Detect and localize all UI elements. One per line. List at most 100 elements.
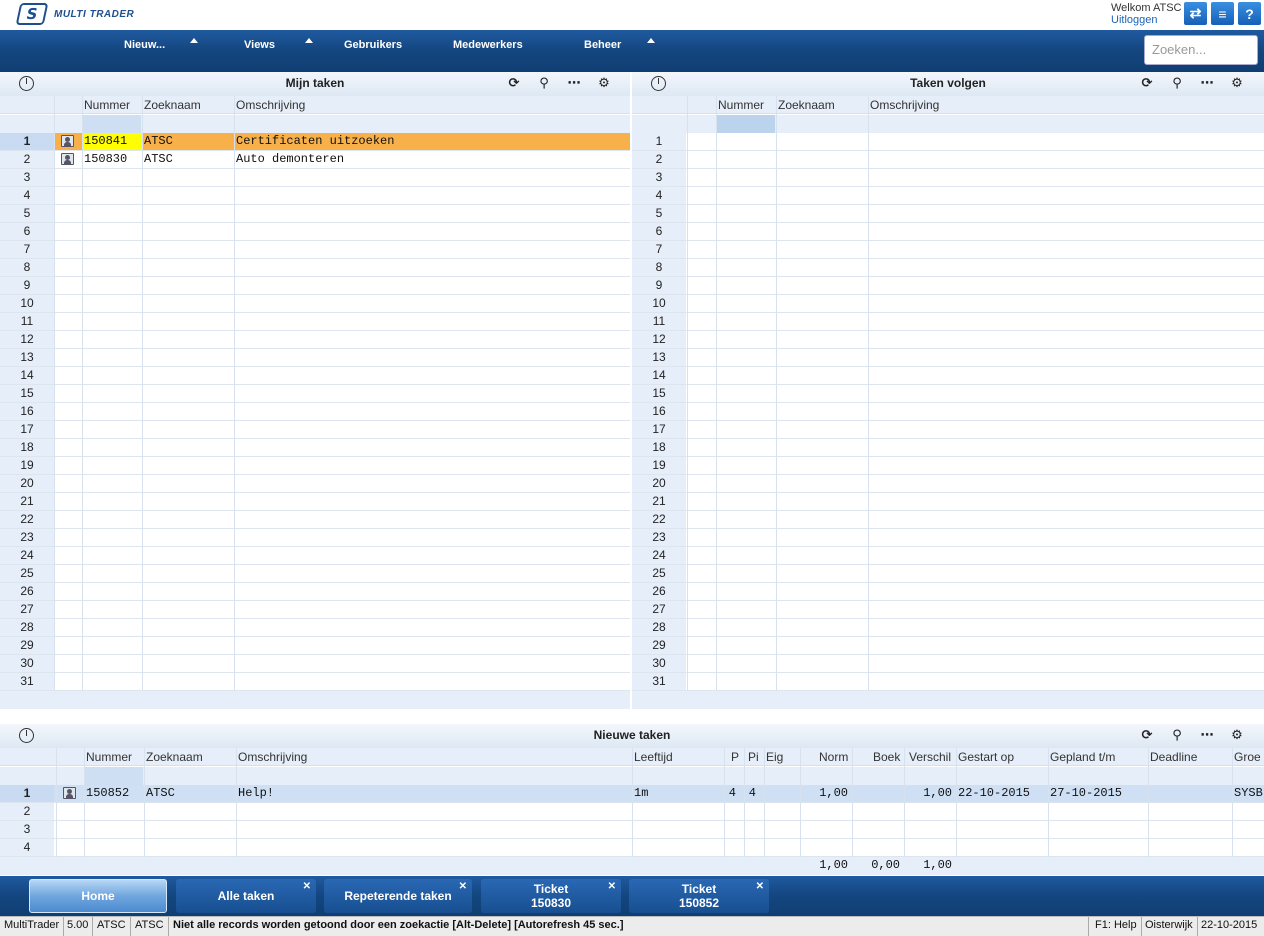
cell-p[interactable]: 4 (724, 785, 740, 802)
row-number[interactable]: 10 (632, 295, 686, 312)
table-row[interactable]: 20 (0, 475, 630, 493)
tab-ticket-150830[interactable]: Ticket 150830 ✕ (481, 879, 621, 913)
row-number[interactable]: 4 (0, 839, 54, 856)
col-deadline[interactable]: Deadline (1150, 750, 1197, 764)
cell-norm[interactable]: 1,00 (800, 785, 852, 802)
row-number[interactable]: 26 (632, 583, 686, 600)
filter-cell-nummer[interactable] (82, 115, 141, 133)
cell-groep[interactable]: SYSB (1234, 785, 1264, 802)
row-number[interactable]: 9 (0, 277, 54, 294)
table-row[interactable]: 19 (0, 457, 630, 475)
table-row[interactable]: 26 (632, 583, 1264, 601)
col-leeftijd[interactable]: Leeftijd (634, 750, 673, 764)
col-eig[interactable]: Eig (766, 750, 783, 764)
table-row[interactable]: 13 (0, 349, 630, 367)
table-row[interactable]: 28 (0, 619, 630, 637)
cell-nummer[interactable]: 150830 (82, 151, 142, 168)
help-icon[interactable]: ? (1238, 2, 1261, 25)
cell-nummer[interactable]: 150841 (82, 133, 142, 150)
row-number[interactable]: 29 (0, 637, 54, 654)
gear-icon[interactable]: ⚙ (1229, 76, 1245, 92)
row-number[interactable]: 17 (0, 421, 54, 438)
row-number[interactable]: 8 (0, 259, 54, 276)
row-number[interactable]: 25 (632, 565, 686, 582)
logout-link[interactable]: Uitloggen (1111, 14, 1182, 26)
row-number[interactable]: 16 (632, 403, 686, 420)
table-row[interactable]: 27 (632, 601, 1264, 619)
more-icon[interactable]: ⋯ (1199, 76, 1215, 92)
row-number[interactable]: 31 (632, 673, 686, 690)
row-number[interactable]: 17 (632, 421, 686, 438)
row-number[interactable]: 11 (632, 313, 686, 330)
cell-gepland[interactable]: 27-10-2015 (1050, 785, 1146, 802)
row-number[interactable]: 14 (0, 367, 54, 384)
refresh-icon[interactable]: ⟳ (1139, 76, 1155, 92)
table-row[interactable]: 18 (0, 439, 630, 457)
table-row[interactable]: 18 (632, 439, 1264, 457)
row-number[interactable]: 16 (0, 403, 54, 420)
col-boek[interactable]: Boek (873, 750, 900, 764)
table-row[interactable]: 15 (0, 385, 630, 403)
row-number[interactable]: 29 (632, 637, 686, 654)
row-number[interactable]: 13 (632, 349, 686, 366)
table-row[interactable]: 24 (632, 547, 1264, 565)
filter-row[interactable] (0, 115, 630, 133)
col-nummer[interactable]: Nummer (86, 750, 132, 764)
table-row[interactable]: 12 (0, 331, 630, 349)
tab-home[interactable]: Home (29, 879, 167, 913)
search-icon[interactable]: ⚲ (536, 76, 552, 92)
row-number[interactable]: 28 (0, 619, 54, 636)
col-nummer[interactable]: Nummer (718, 98, 764, 112)
row-number[interactable]: 28 (632, 619, 686, 636)
row-number[interactable]: 8 (632, 259, 686, 276)
filter-cell-nummer[interactable] (84, 767, 143, 785)
table-row[interactable]: 10 (632, 295, 1264, 313)
table-row[interactable]: 28 (632, 619, 1264, 637)
nav-gebruikers[interactable]: Gebruikers (344, 39, 402, 51)
table-row[interactable]: 14 (0, 367, 630, 385)
table-row[interactable]: 2 150830 ATSC Auto demonteren (0, 151, 630, 169)
search-icon[interactable]: ⚲ (1169, 76, 1185, 92)
row-number[interactable]: 24 (632, 547, 686, 564)
cell-verschil[interactable]: 1,00 (904, 785, 956, 802)
row-number[interactable]: 6 (632, 223, 686, 240)
col-omschrijving[interactable]: Omschrijving (870, 98, 939, 112)
table-row[interactable]: 29 (632, 637, 1264, 655)
col-omschrijving[interactable]: Omschrijving (238, 750, 307, 764)
table-row[interactable]: 6 (0, 223, 630, 241)
table-row[interactable]: 22 (632, 511, 1264, 529)
row-number[interactable]: 19 (0, 457, 54, 474)
table-row[interactable]: 8 (0, 259, 630, 277)
gear-icon[interactable]: ⚙ (1229, 728, 1245, 744)
row-number[interactable]: 12 (632, 331, 686, 348)
table-row[interactable]: 10 (0, 295, 630, 313)
col-gepland[interactable]: Gepland t/m (1050, 750, 1115, 764)
row-number[interactable]: 4 (0, 187, 54, 204)
row-number[interactable]: 26 (0, 583, 54, 600)
table-row[interactable]: 11 (632, 313, 1264, 331)
row-number[interactable]: 20 (0, 475, 54, 492)
nav-medewerkers[interactable]: Medewerkers (453, 39, 523, 51)
row-number[interactable]: 18 (0, 439, 54, 456)
close-icon[interactable]: ✕ (303, 881, 311, 892)
col-verschil[interactable]: Verschil (909, 750, 951, 764)
filter-row[interactable] (632, 115, 1264, 133)
col-zoeknaam[interactable]: Zoeknaam (144, 98, 201, 112)
row-number[interactable]: 15 (0, 385, 54, 402)
table-row[interactable]: 24 (0, 547, 630, 565)
table-row[interactable]: 16 (632, 403, 1264, 421)
col-pi[interactable]: Pi (748, 750, 759, 764)
refresh-icon[interactable]: ⟳ (506, 76, 522, 92)
table-row[interactable]: 5 (0, 205, 630, 223)
row-number[interactable]: 1 (632, 133, 686, 150)
cell-gestart-op[interactable]: 22-10-2015 (958, 785, 1046, 802)
close-icon[interactable]: ✕ (459, 881, 467, 892)
tab-ticket-150852[interactable]: Ticket 150852 ✕ (629, 879, 769, 913)
col-zoeknaam[interactable]: Zoeknaam (778, 98, 835, 112)
table-row[interactable]: 3 (0, 169, 630, 187)
row-number[interactable]: 3 (632, 169, 686, 186)
row-number[interactable]: 2 (0, 151, 54, 168)
nav-views-caret-icon[interactable] (305, 38, 313, 43)
table-row[interactable]: 3 (632, 169, 1264, 187)
row-number[interactable]: 27 (632, 601, 686, 618)
